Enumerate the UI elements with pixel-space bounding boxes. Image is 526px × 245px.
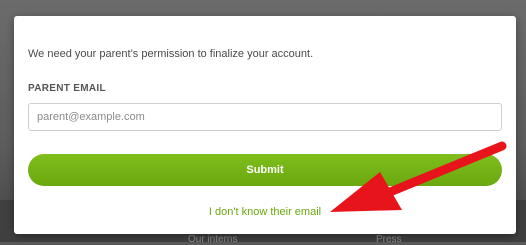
parent-email-label: PARENT EMAIL (28, 83, 106, 94)
background-link-interns: Our interns (188, 234, 238, 245)
parent-permission-dialog: We need your parent’s permission to fina… (14, 16, 516, 234)
permission-message: We need your parent’s permission to fina… (28, 48, 314, 60)
background-link-press: Press (376, 234, 402, 245)
submit-button[interactable]: Submit (28, 154, 502, 186)
dont-know-email-link[interactable]: I don't know their email (14, 206, 516, 218)
parent-email-input[interactable] (28, 103, 502, 131)
